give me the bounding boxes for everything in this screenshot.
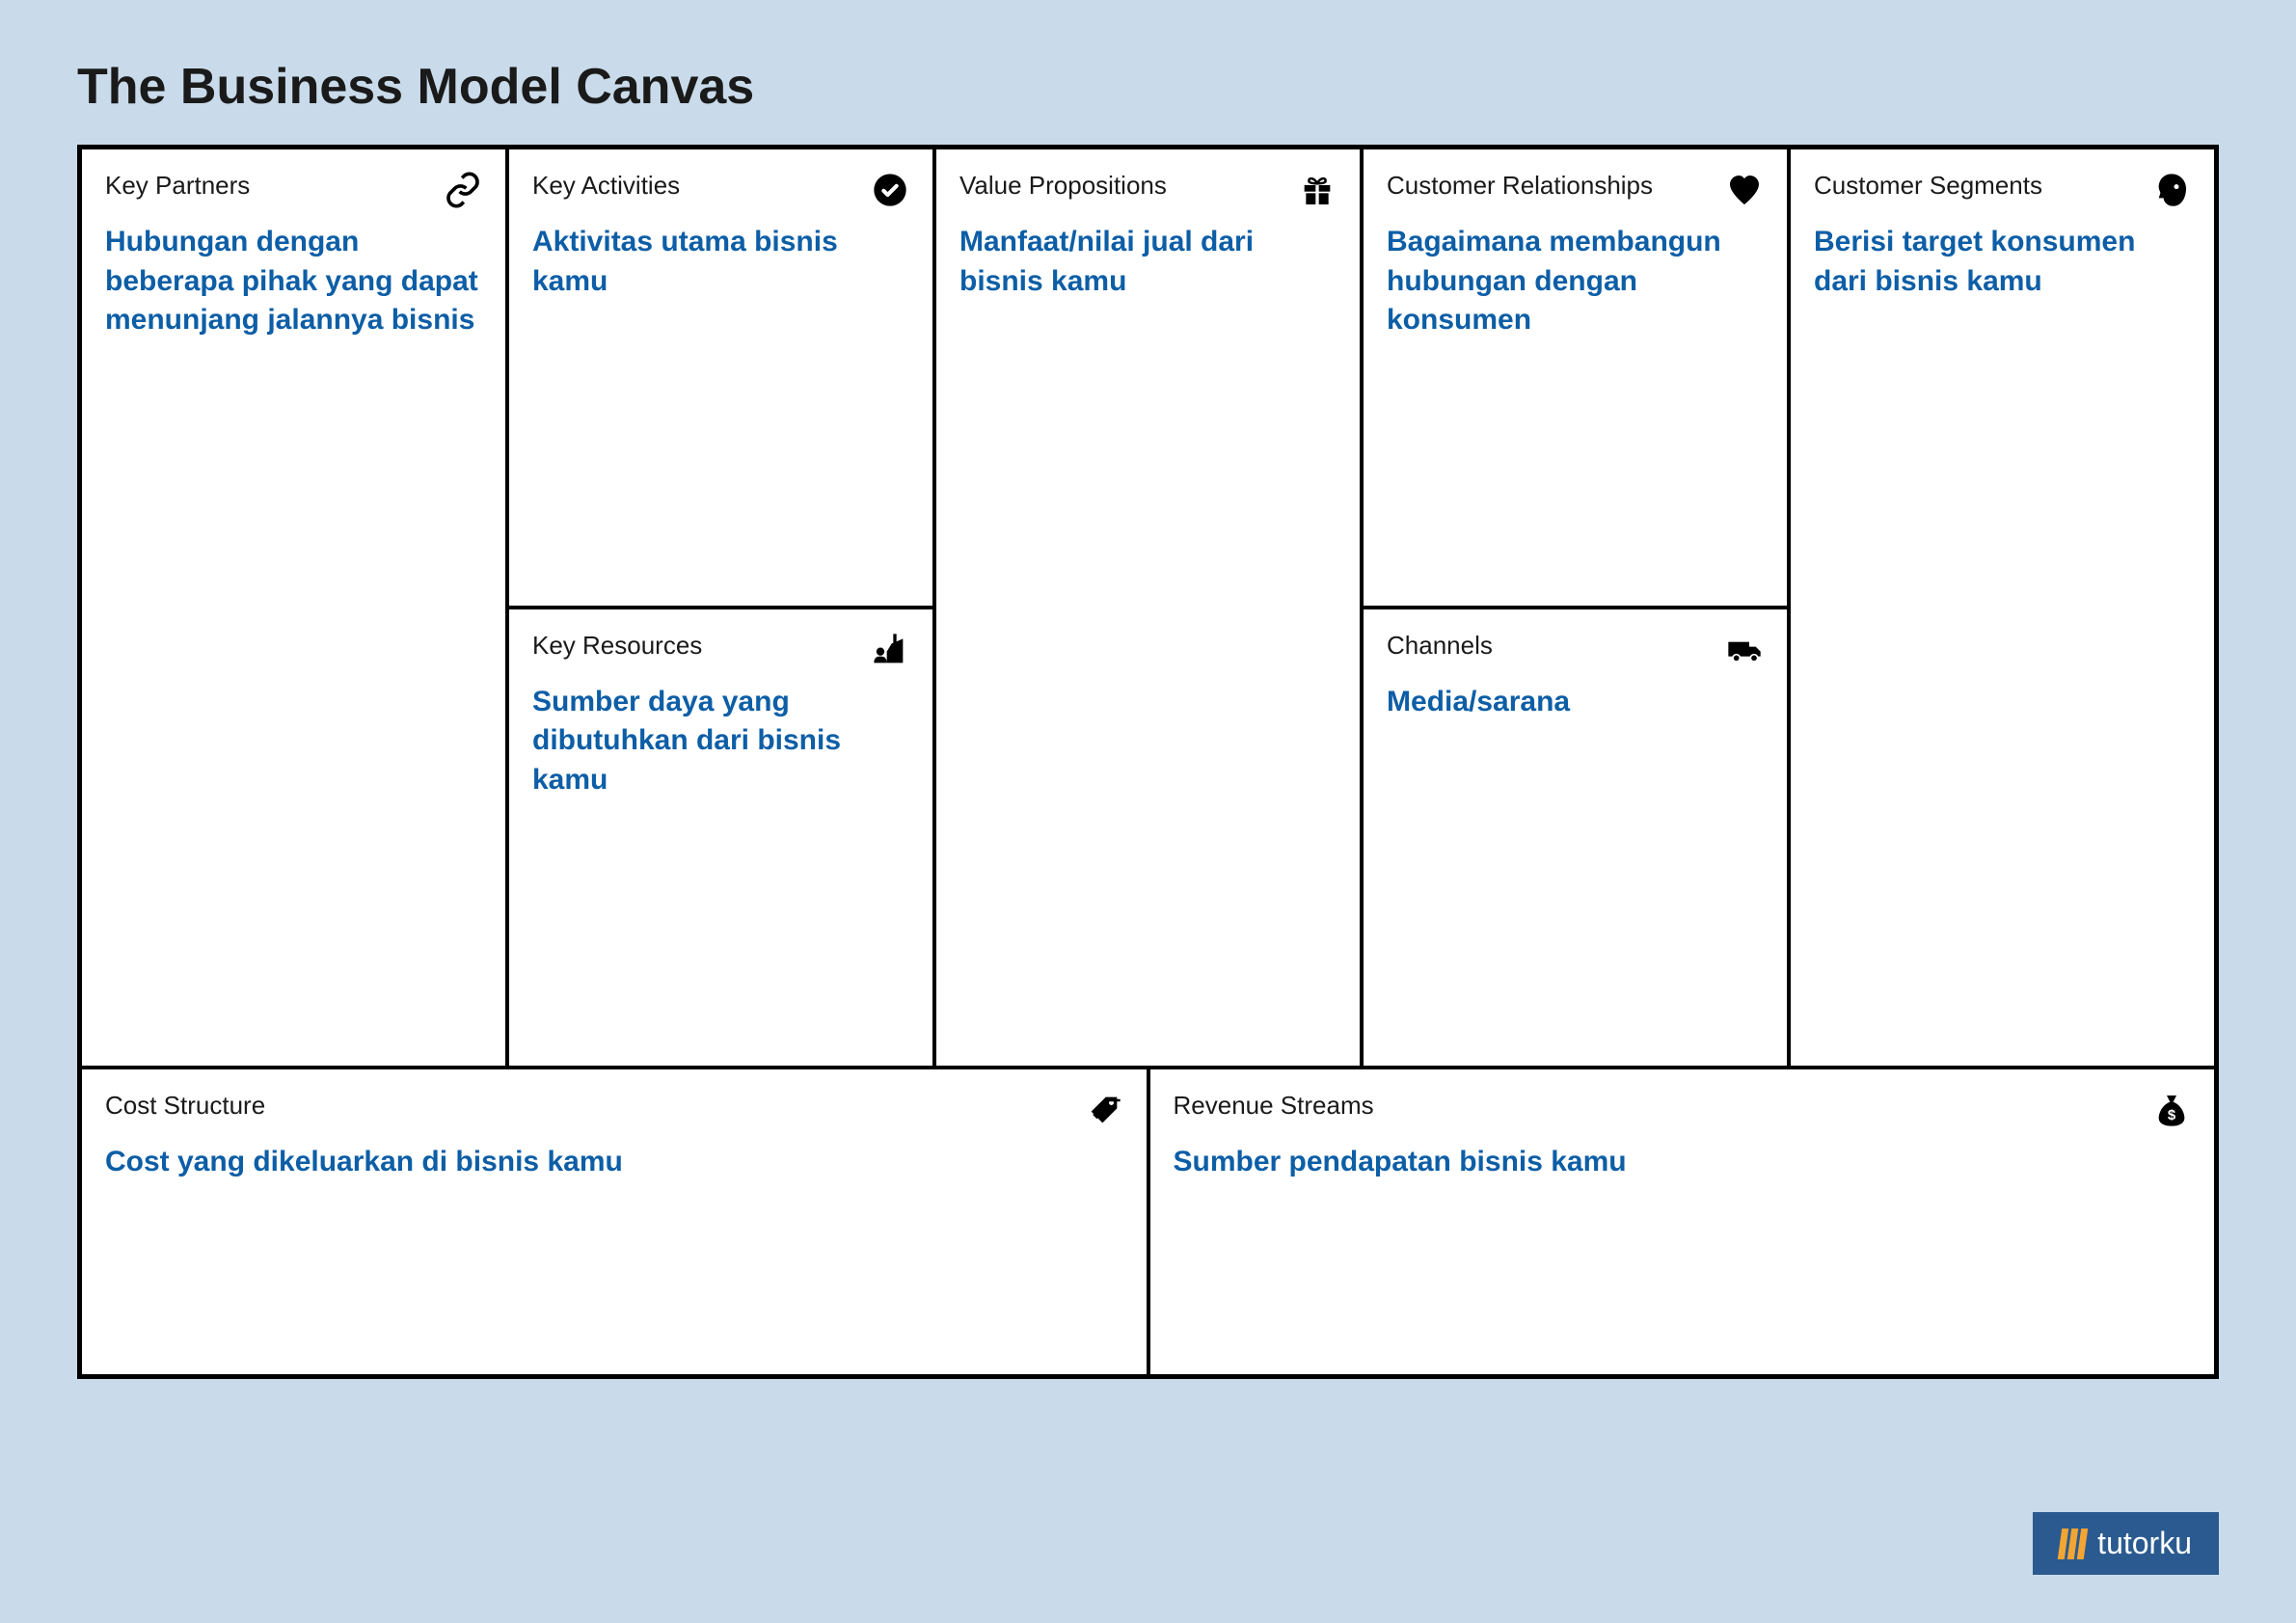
svg-text:$: $ — [2168, 1107, 2176, 1123]
cell-value-propositions: Value Propositions Manfaat/nilai jual da… — [936, 149, 1360, 1066]
col-customer-segments: Customer Segments Berisi target konsumen… — [1787, 149, 2214, 1066]
person-head-icon — [2152, 171, 2191, 209]
canvas-top-row: Key Partners Hubungan dengan beberapa pi… — [82, 149, 2214, 1069]
cell-key-activities: Key Activities Aktivitas utama bisnis ka… — [509, 149, 932, 609]
money-bag-icon: $ — [2152, 1091, 2191, 1129]
link-icon — [444, 171, 482, 209]
brand-text: tutorku — [2097, 1526, 2192, 1561]
col-relationships-channels: Customer Relationships Bagaimana membang… — [1360, 149, 1787, 1066]
revenue-streams-content: Sumber pendapatan bisnis kamu — [1174, 1143, 2192, 1182]
value-propositions-content: Manfaat/nilai jual dari bisnis kamu — [959, 223, 1337, 301]
cell-key-resources: Key Resources Sumber daya yang dibutuhka… — [509, 609, 932, 1066]
cost-structure-label: Cost Structure — [105, 1091, 265, 1121]
factory-people-icon — [871, 631, 909, 669]
key-resources-label: Key Resources — [532, 631, 702, 661]
channels-content: Media/sarana — [1387, 683, 1764, 722]
value-propositions-label: Value Propositions — [959, 171, 1167, 201]
checkmark-circle-icon — [871, 171, 909, 209]
key-partners-label: Key Partners — [105, 171, 250, 201]
col-key-partners: Key Partners Hubungan dengan beberapa pi… — [82, 149, 505, 1066]
cell-key-partners: Key Partners Hubungan dengan beberapa pi… — [82, 149, 505, 1066]
brand-books-icon — [2060, 1528, 2086, 1559]
truck-icon — [1725, 631, 1764, 669]
gift-icon — [1298, 171, 1337, 209]
col-activities-resources: Key Activities Aktivitas utama bisnis ka… — [505, 149, 932, 1066]
bmc-canvas: Key Partners Hubungan dengan beberapa pi… — [77, 145, 2219, 1379]
cell-channels: Channels Media/sarana — [1364, 609, 1787, 1066]
brand-badge: tutorku — [2033, 1512, 2219, 1575]
customer-relationships-content: Bagaimana membangun hubungan dengan kons… — [1387, 223, 1764, 340]
canvas-bottom-row: Cost Structure Cost yang dikeluarkan di … — [82, 1069, 2214, 1375]
cell-customer-relationships: Customer Relationships Bagaimana membang… — [1364, 149, 1787, 609]
key-partners-content: Hubungan dengan beberapa pihak yang dapa… — [105, 223, 482, 340]
key-resources-content: Sumber daya yang dibutuhkan dari bisnis … — [532, 683, 909, 800]
cell-customer-segments: Customer Segments Berisi target konsumen… — [1791, 149, 2214, 1066]
col-value-propositions: Value Propositions Manfaat/nilai jual da… — [932, 149, 1360, 1066]
customer-relationships-label: Customer Relationships — [1387, 171, 1653, 201]
channels-label: Channels — [1387, 631, 1493, 661]
key-activities-content: Aktivitas utama bisnis kamu — [532, 223, 909, 301]
price-tag-icon — [1085, 1091, 1123, 1129]
cell-revenue-streams: Revenue Streams $ Sumber pendapatan bisn… — [1147, 1069, 2215, 1375]
customer-segments-content: Berisi target konsumen dari bisnis kamu — [1814, 223, 2191, 301]
page-title: The Business Model Canvas — [77, 58, 2219, 116]
cell-cost-structure: Cost Structure Cost yang dikeluarkan di … — [82, 1069, 1147, 1375]
key-activities-label: Key Activities — [532, 171, 680, 201]
heart-icon — [1725, 171, 1764, 209]
customer-segments-label: Customer Segments — [1814, 171, 2042, 201]
revenue-streams-label: Revenue Streams — [1174, 1091, 1374, 1121]
cost-structure-content: Cost yang dikeluarkan di bisnis kamu — [105, 1143, 1123, 1182]
